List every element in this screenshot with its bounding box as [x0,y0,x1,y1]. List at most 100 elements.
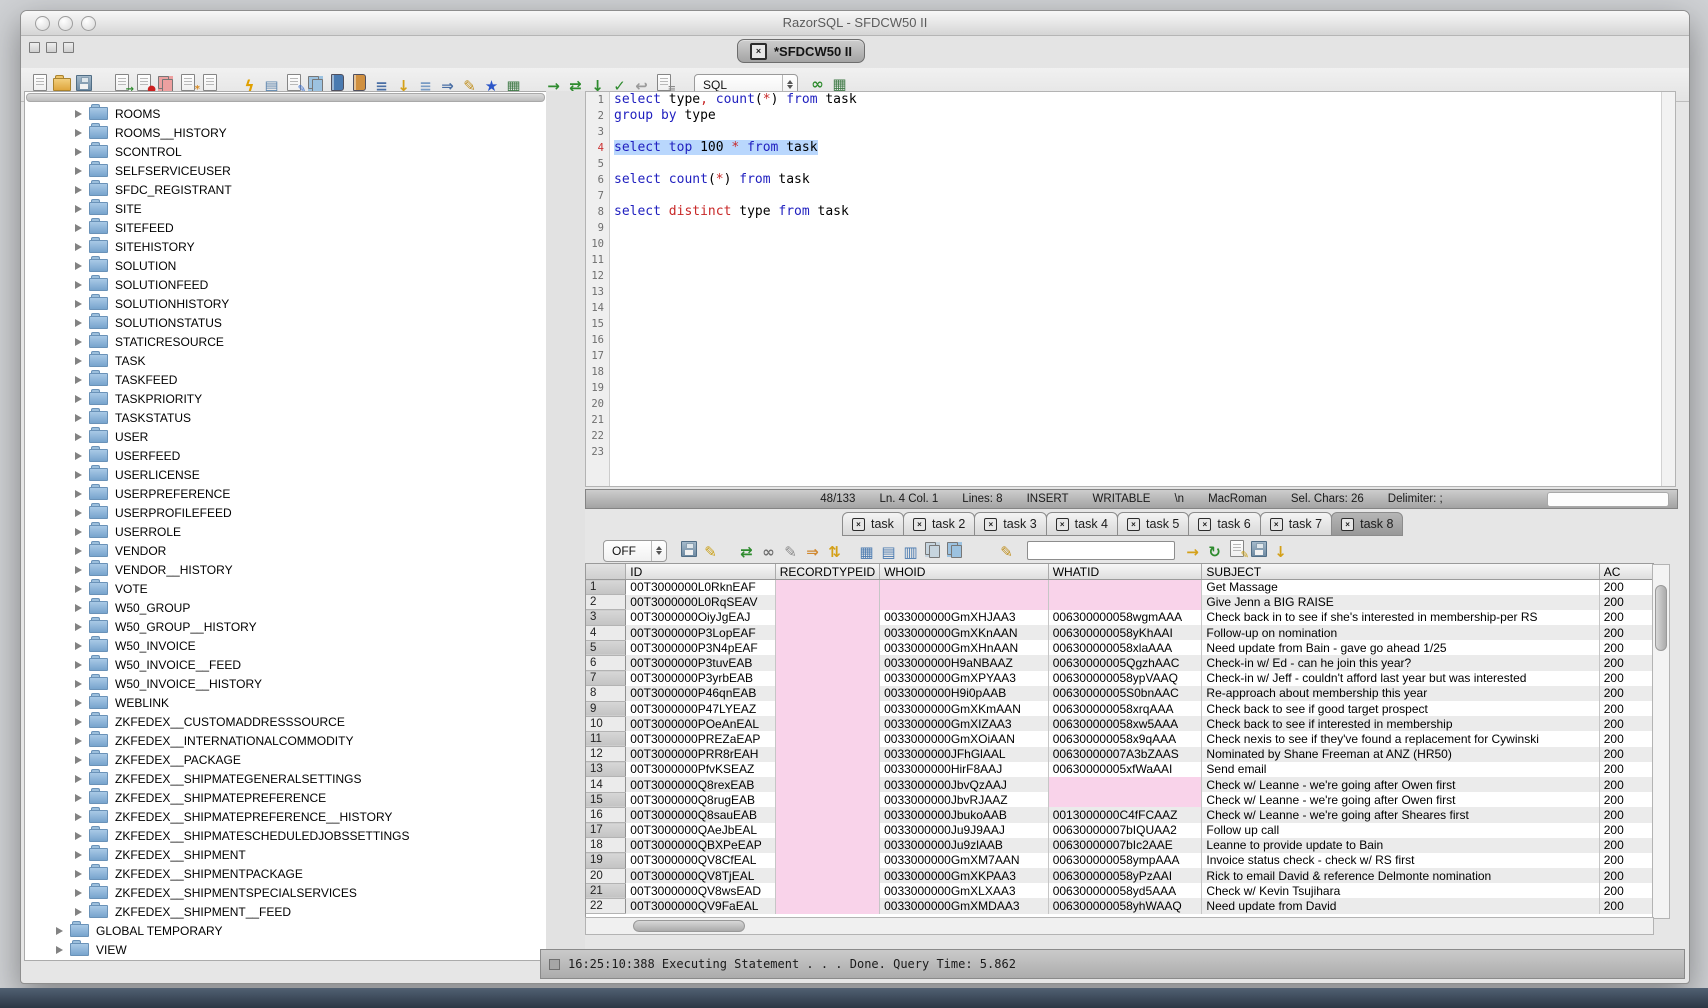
edit-cell-icon[interactable]: ✎ [781,542,800,561]
cell-ac[interactable]: 200 [1599,640,1652,655]
tree-item-solutionfeed[interactable]: SOLUTIONFEED [25,275,546,294]
cell-recordtypeid[interactable] [775,595,879,610]
column-header-recordtypeid[interactable]: RECORDTYPEID [775,564,879,580]
cell-recordtypeid[interactable] [775,671,879,686]
cell-recordtypeid[interactable] [775,701,879,716]
cell-whoid[interactable]: 0033000000GmXPYAA3 [880,671,1049,686]
cell-subject[interactable]: Follow up call [1202,823,1599,838]
cell-subject[interactable]: Leanne to provide update to Bain [1202,838,1599,853]
editor-line-15[interactable] [614,316,1661,332]
disclosure-triangle-icon[interactable] [75,205,82,213]
form-view-icon[interactable]: ▥ [901,542,920,561]
cell-subject[interactable]: Check w/ Leanne - we're going after Owen… [1202,777,1599,792]
cell-whatid[interactable]: 006300000058xw5AAA [1048,716,1202,731]
disclosure-triangle-icon[interactable] [75,908,82,916]
grid-row-19[interactable]: 1900T3000000QV8CfEAL0033000000GmXM7AAN00… [586,853,1653,868]
editor-line-19[interactable] [614,380,1661,396]
tree-item-userprofilefeed[interactable]: USERPROFILEFEED [25,503,546,522]
tree-item-w50-invoice-history[interactable]: W50_INVOICE__HISTORY [25,674,546,693]
cell-recordtypeid[interactable] [775,640,879,655]
tab-close-icon[interactable]: × [1198,518,1211,531]
cell-subject[interactable]: Check-in w/ Jeff - couldn't afford last … [1202,671,1599,686]
disclosure-triangle-icon[interactable] [75,224,82,232]
cell-whatid[interactable]: 00630000005xfWaAAI [1048,762,1202,777]
disclosure-triangle-icon[interactable] [75,623,82,631]
cell-whatid[interactable]: 006300000058wgmAAA [1048,610,1202,625]
cell-id[interactable]: 00T3000000Q8rugEAB [626,792,775,807]
scrollbar-thumb[interactable] [633,920,745,932]
editor-line-13[interactable] [614,284,1661,300]
cell-whoid[interactable] [880,580,1049,595]
cell-recordtypeid[interactable] [775,823,879,838]
tree-item-solutionstatus[interactable]: SOLUTIONSTATUS [25,313,546,332]
cell-id[interactable]: 00T3000000P3yrbEAB [626,671,775,686]
tree-item-global temporary[interactable]: GLOBAL TEMPORARY [25,921,546,940]
tree-item-w50-group[interactable]: W50_GROUP [25,598,546,617]
tree-item-zkfedex-shipment-feed[interactable]: ZKFEDEX__SHIPMENT__FEED [25,902,546,921]
tree-item-w50-invoice-feed[interactable]: W50_INVOICE__FEED [25,655,546,674]
cell-ac[interactable]: 200 [1599,716,1652,731]
grid-row-2[interactable]: 200T3000000L0RqSEAVGive Jenn a BIG RAISE… [586,595,1653,610]
disclosure-triangle-icon[interactable] [75,319,82,327]
save-results-icon[interactable] [679,539,698,558]
cell-subject[interactable]: Check-in w/ Ed - can he join this year? [1202,655,1599,670]
cell-ac[interactable]: 200 [1599,610,1652,625]
cell-recordtypeid[interactable] [775,686,879,701]
copy-table-icon[interactable] [945,540,964,559]
cell-whatid[interactable] [1048,777,1202,792]
cell-subject[interactable]: Get Massage [1202,580,1599,595]
cell-id[interactable]: 00T3000000POeAnEAL [626,716,775,731]
cell-whoid[interactable]: 0033000000JbukoAAB [880,807,1049,822]
cell-whatid[interactable] [1048,595,1202,610]
editor-line-11[interactable] [614,252,1661,268]
column-header-id[interactable]: ID [626,564,775,580]
title-bar[interactable]: RazorSQL - SFDCW50 II [21,11,1689,36]
cell-subject[interactable]: Nominated by Shane Freeman at ANZ (HR50) [1202,747,1599,762]
cell-id[interactable]: 00T3000000Q8rexEAB [626,777,775,792]
grid-row-13[interactable]: 1300T3000000PfvKSEAZ0033000000HirF8AAJ00… [586,762,1653,777]
cell-id[interactable]: 00T3000000Q8sauEAB [626,807,775,822]
tree-item-user[interactable]: USER [25,427,546,446]
disclosure-triangle-icon[interactable] [75,338,82,346]
tree-item-zkfedex-shipmatepreference[interactable]: ZKFEDEX__SHIPMATEPREFERENCE [25,788,546,807]
cell-id[interactable]: 00T3000000P47LYEAZ [626,701,775,716]
cell-ac[interactable]: 200 [1599,731,1652,746]
column-header-whatid[interactable]: WHATID [1048,564,1202,580]
disclosure-triangle-icon[interactable] [75,604,82,612]
tree-item-site[interactable]: SITE [25,199,546,218]
cell-subject[interactable]: Invoice status check - check w/ RS first [1202,853,1599,868]
database-browser-tree[interactable]: ROOMSROOMS__HISTORYSCONTROLSELFSERVICEUS… [24,91,547,961]
disclosure-triangle-icon[interactable] [75,775,82,783]
column-header-ac[interactable]: AC [1599,564,1652,580]
disclosure-triangle-icon[interactable] [75,300,82,308]
grid-row-21[interactable]: 2100T3000000QV8wsEAD0033000000GmXLXAA300… [586,883,1653,898]
view-glasses-icon[interactable]: ∞ [759,542,778,561]
disclosure-triangle-icon[interactable] [75,566,82,574]
disclosure-triangle-icon[interactable] [75,414,82,422]
tree-item-userfeed[interactable]: USERFEED [25,446,546,465]
cell-recordtypeid[interactable] [775,610,879,625]
download-icon[interactable]: ↓ [1271,543,1290,562]
refresh-results-icon[interactable]: ⇄ [737,542,756,561]
tree-item-selfserviceuser[interactable]: SELFSERVICEUSER [25,161,546,180]
disclosure-triangle-icon[interactable] [56,927,63,935]
grid-row-15[interactable]: 1500T3000000Q8rugEAB0033000000JbvRJAAZCh… [586,792,1653,807]
disclosure-triangle-icon[interactable] [75,642,82,650]
cell-ac[interactable]: 200 [1599,792,1652,807]
cell-whoid[interactable]: 0033000000GmXM7AAN [880,853,1049,868]
cell-subject[interactable]: Check back to see if interested in membe… [1202,716,1599,731]
tree-item-sitefeed[interactable]: SITEFEED [25,218,546,237]
cell-recordtypeid[interactable] [775,655,879,670]
editor-line-12[interactable] [614,268,1661,284]
grid-row-8[interactable]: 800T3000000P46qnEAB0033000000H9i0pAAB006… [586,686,1653,701]
editor-line-7[interactable] [614,188,1661,204]
cell-whatid[interactable]: 006300000058ympAAA [1048,853,1202,868]
tree-item-scontrol[interactable]: SCONTROL [25,142,546,161]
cell-id[interactable]: 00T3000000P46qnEAB [626,686,775,701]
tree-item-rooms-history[interactable]: ROOMS__HISTORY [25,123,546,142]
editor-line-5[interactable] [614,156,1661,172]
tree-item-userrole[interactable]: USERROLE [25,522,546,541]
result-tab-task-2[interactable]: ×task 2 [903,512,975,536]
column-header-subject[interactable]: SUBJECT [1202,564,1599,580]
disclosure-triangle-icon[interactable] [75,699,82,707]
